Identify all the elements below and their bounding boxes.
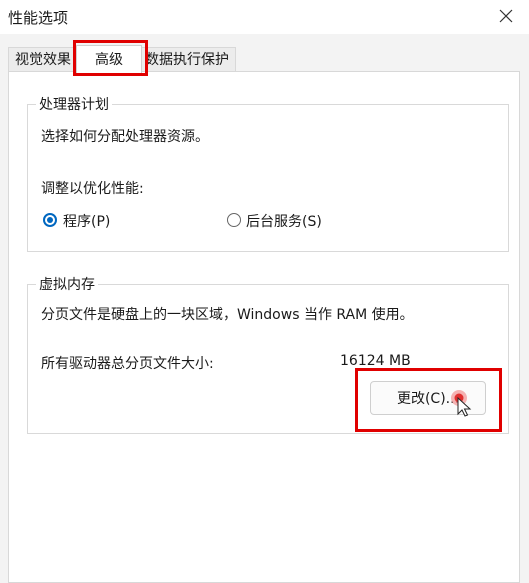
tab-data-execution-prevention[interactable]: 数据执行保护 xyxy=(138,47,236,71)
processor-description: 选择如何分配处理器资源。 xyxy=(41,129,209,145)
radio-programs-indicator[interactable] xyxy=(43,213,57,227)
advanced-panel: 处理器计划 选择如何分配处理器资源。 调整以优化性能: 程序(P) 后台服务(S… xyxy=(8,71,520,583)
radio-programs-label[interactable]: 程序(P) xyxy=(63,211,110,231)
radio-background-services-indicator[interactable] xyxy=(227,213,241,227)
change-button[interactable]: 更改(C)... xyxy=(370,381,486,415)
paging-file-total-value: 16124 MB xyxy=(340,353,411,369)
close-button[interactable] xyxy=(491,2,521,30)
radio-background-services-label[interactable]: 后台服务(S) xyxy=(246,211,322,231)
processor-scheduling-title: 处理器计划 xyxy=(36,94,112,114)
virtual-memory-description: 分页文件是硬盘上的一块区域，Windows 当作 RAM 使用。 xyxy=(41,307,414,323)
virtual-memory-title: 虚拟内存 xyxy=(36,274,98,294)
title-bar: 性能选项 xyxy=(0,0,529,34)
tab-advanced[interactable]: 高级 xyxy=(76,45,142,73)
window-title: 性能选项 xyxy=(8,9,69,27)
close-icon xyxy=(499,9,513,23)
tab-visual-effects[interactable]: 视觉效果 xyxy=(8,47,78,71)
paging-file-total-label: 所有驱动器总分页文件大小: xyxy=(41,356,214,372)
optimize-label: 调整以优化性能: xyxy=(41,181,144,197)
